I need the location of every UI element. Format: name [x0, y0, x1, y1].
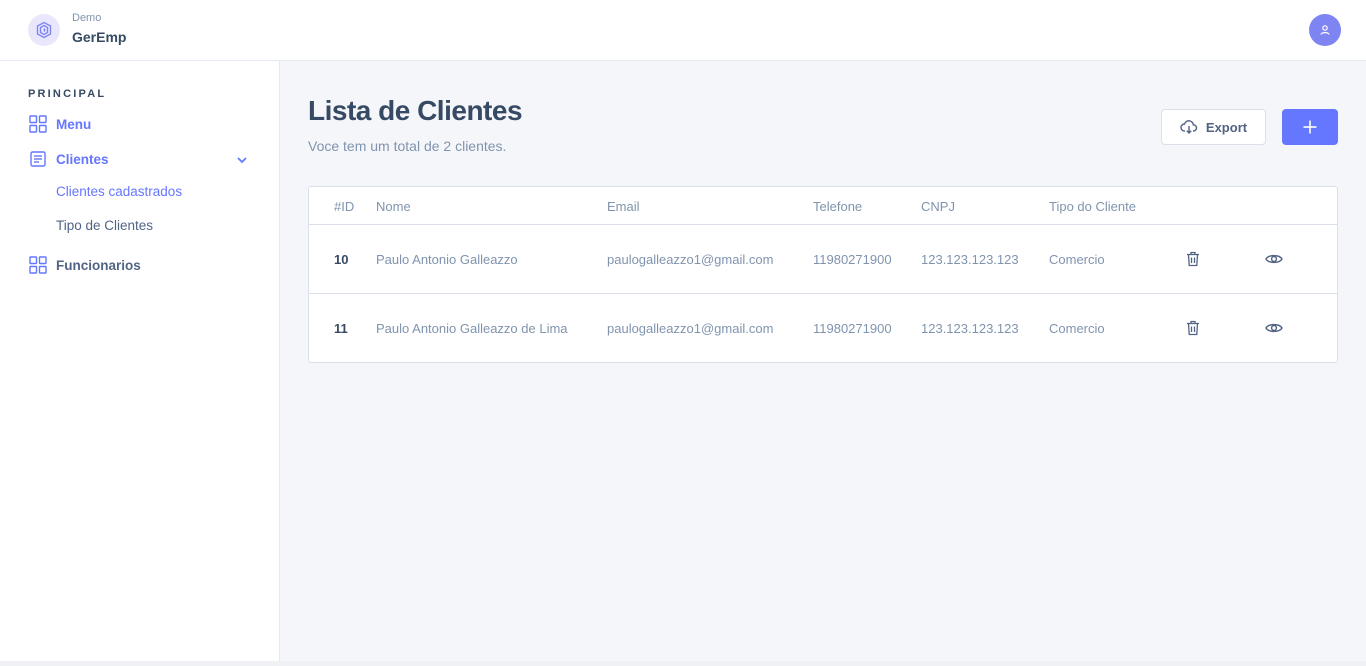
cell-nome: Paulo Antonio Galleazzo de Lima [376, 321, 568, 336]
export-button-label: Export [1205, 119, 1248, 135]
export-button[interactable]: Export [1161, 109, 1266, 145]
cell-id: 10 [334, 252, 349, 267]
trash-icon[interactable] [1183, 249, 1203, 269]
cloud-download-icon [1180, 119, 1198, 135]
cell-telefone: 11980271900 [813, 321, 892, 336]
sidebar-subitem-tipo-de-clientes[interactable]: Tipo de Clientes [56, 218, 153, 233]
cell-tipo: Comercio [1049, 252, 1105, 267]
table-row: 11 Paulo Antonio Galleazzo de Lima paulo… [309, 294, 1337, 363]
clients-table: #ID Nome Email Telefone CNPJ Tipo do Cli… [308, 186, 1338, 363]
eye-icon[interactable] [1264, 249, 1284, 269]
cell-tipo: Comercio [1049, 321, 1105, 336]
column-header-email: Email [607, 199, 640, 214]
column-header-telefone: Telefone [813, 199, 863, 214]
column-header-tipo: Tipo do Cliente [1049, 199, 1136, 214]
page-subtitle: Voce tem um total de 2 clientes. [308, 138, 507, 154]
column-header-nome: Nome [376, 199, 411, 214]
cell-telefone: 11980271900 [813, 252, 892, 267]
chevron-down-icon[interactable] [235, 153, 249, 167]
cell-email: paulogalleazzo1@gmail.com [607, 321, 774, 336]
sidebar-item-label: Menu [56, 116, 92, 132]
cell-nome: Paulo Antonio Galleazzo [376, 252, 518, 267]
sidebar-item-funcionarios[interactable]: Funcionarios [28, 255, 141, 275]
cell-email: paulogalleazzo1@gmail.com [607, 252, 774, 267]
sidebar-item-label: Funcionarios [56, 257, 141, 273]
sidebar-subitem-clientes-cadastrados[interactable]: Clientes cadastrados [56, 184, 182, 199]
grid-icon [28, 114, 48, 134]
sidebar-item-clientes[interactable]: Clientes [28, 149, 109, 169]
cell-cnpj: 123.123.123.123 [921, 252, 1019, 267]
table-header: #ID Nome Email Telefone CNPJ Tipo do Cli… [309, 187, 1337, 225]
top-bar: Demo GerEmp [0, 0, 1366, 61]
app-logo-icon[interactable] [28, 14, 60, 46]
sidebar-section-label: PRINCIPAL [28, 88, 107, 100]
brand-label: Demo [72, 12, 102, 24]
grid-icon [28, 255, 48, 275]
cell-cnpj: 123.123.123.123 [921, 321, 1019, 336]
add-client-button[interactable] [1282, 109, 1338, 145]
list-icon [28, 149, 48, 169]
plus-icon [1303, 120, 1317, 134]
sidebar: PRINCIPAL Menu Clientes Clientes cadastr… [0, 61, 280, 661]
page-title: Lista de Clientes [308, 95, 523, 126]
user-avatar[interactable] [1309, 14, 1341, 46]
sidebar-item-label: Clientes [56, 151, 109, 167]
cell-id: 11 [334, 321, 348, 336]
brand-name: GerEmp [72, 29, 127, 45]
column-header-id: #ID [334, 199, 355, 214]
sidebar-item-menu[interactable]: Menu [28, 114, 91, 134]
user-icon [1320, 25, 1330, 35]
bottom-strip [0, 661, 1366, 666]
table-row: 10 Paulo Antonio Galleazzo paulogalleazz… [309, 225, 1337, 294]
eye-icon[interactable] [1264, 318, 1284, 338]
trash-icon[interactable] [1183, 318, 1203, 338]
column-header-cnpj: CNPJ [921, 199, 955, 214]
